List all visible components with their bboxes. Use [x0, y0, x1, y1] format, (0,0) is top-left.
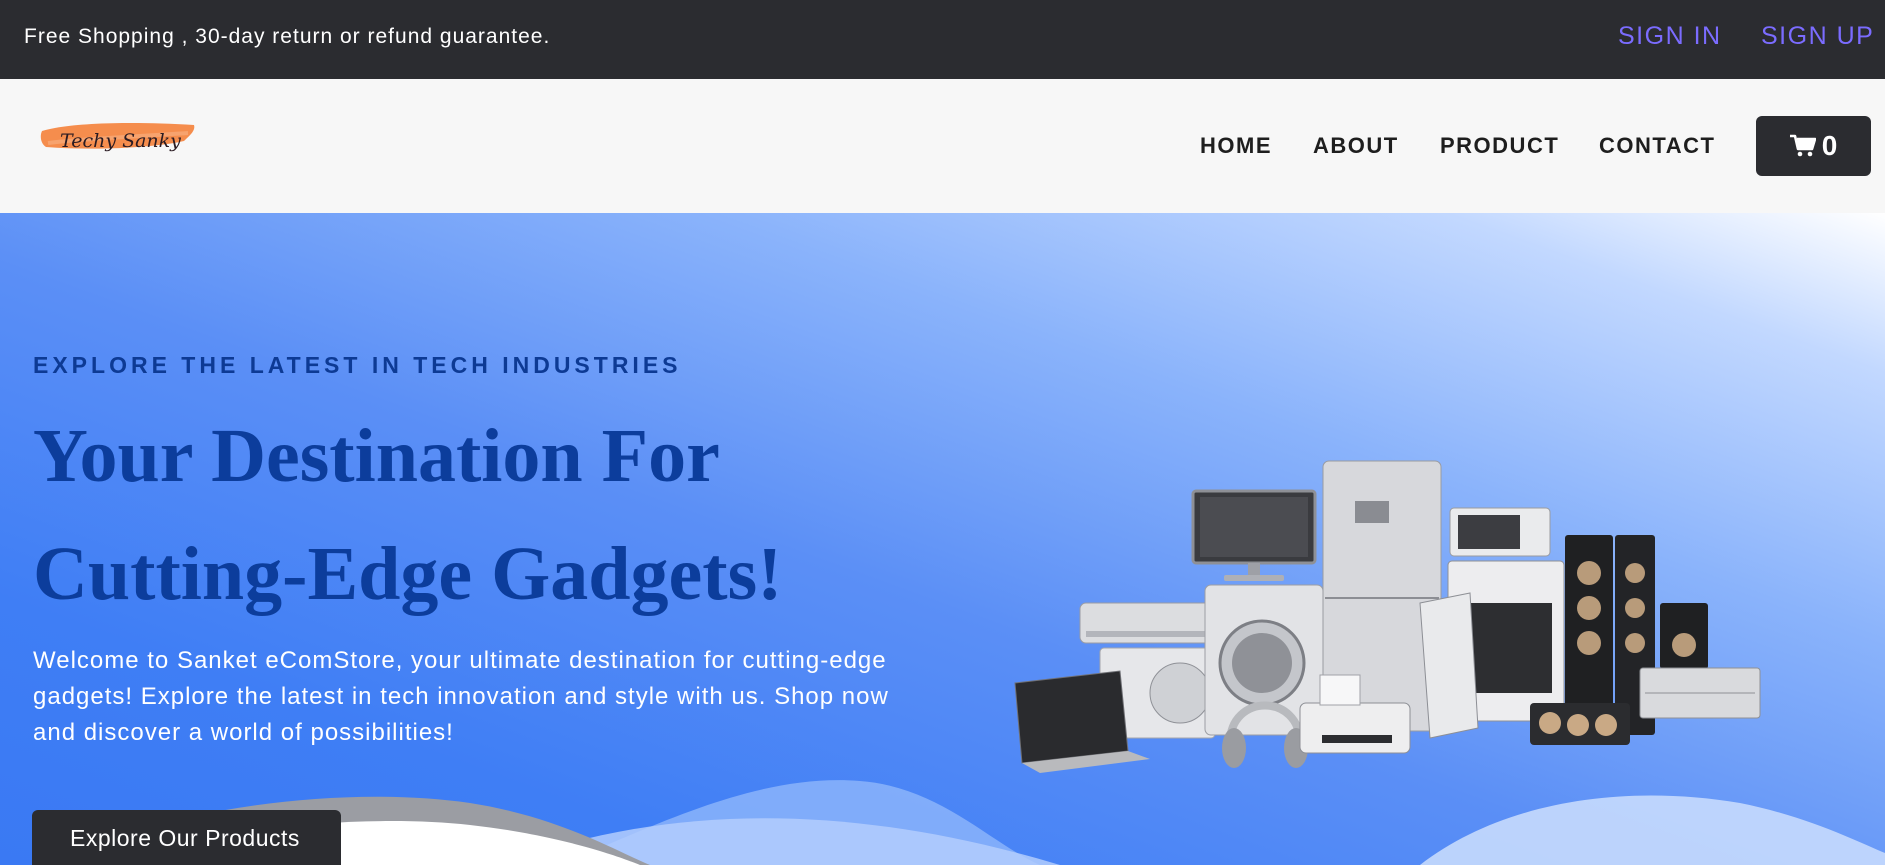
hero-eyebrow: EXPLORE THE LATEST IN TECH INDUSTRIES [33, 352, 682, 378]
hero-headline-line-1: Your Destination For [33, 414, 720, 498]
nav-home[interactable]: HOME [1200, 133, 1272, 159]
hero-section: EXPLORE THE LATEST IN TECH INDUSTRIES Yo… [0, 213, 1885, 865]
nav-product[interactable]: PRODUCT [1440, 133, 1559, 159]
shopping-cart-icon [1789, 134, 1816, 157]
home-appliances-image [1014, 460, 1761, 773]
explore-products-button[interactable]: Explore Our Products [32, 810, 341, 865]
top-announcement-bar: Free Shopping , 30-day return or refund … [0, 0, 1885, 79]
svg-text:Techy Sanky: Techy Sanky [60, 130, 181, 152]
hero-description: Welcome to Sanket eComStore, your ultima… [33, 647, 889, 746]
promo-text: Free Shopping , 30-day return or refund … [24, 25, 551, 48]
logo-brush-icon: Techy Sanky [40, 123, 195, 152]
hero-headline-line-2: Cutting-Edge Gadgets! [33, 532, 783, 616]
site-header: Techy Sanky HOME ABOUT PRODUCT CONTACT 0 [0, 79, 1885, 213]
sign-in-link[interactable]: SIGN IN [1618, 22, 1722, 51]
nav-about[interactable]: ABOUT [1313, 133, 1399, 159]
nav-contact[interactable]: CONTACT [1599, 133, 1715, 159]
hero-headline: Your Destination For Cutting-Edge Gadget… [33, 397, 782, 633]
cart-count: 0 [1821, 130, 1838, 161]
cart-button[interactable]: 0 [1756, 116, 1871, 176]
site-logo[interactable]: Techy Sanky [38, 117, 198, 159]
sign-up-link[interactable]: SIGN UP [1761, 22, 1874, 51]
